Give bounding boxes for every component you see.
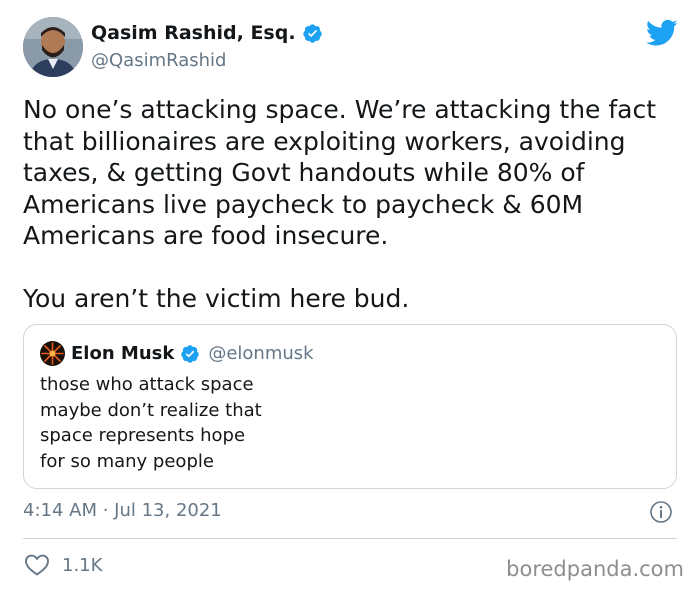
tweet-body: No one’s attacking space. We’re attackin… — [23, 94, 683, 314]
divider — [23, 538, 677, 539]
quoted-tweet-line: for so many people — [40, 450, 214, 472]
tweet-card: Qasim Rashid, Esq. @QasimRashid No one’s… — [0, 0, 700, 592]
tweet-paragraph: You aren’t the victim here bud. — [23, 283, 410, 313]
quoted-author-handle[interactable]: @elonmusk — [208, 343, 313, 364]
quoted-author-avatar[interactable] — [40, 341, 65, 366]
author-handle[interactable]: @QasimRashid — [91, 50, 226, 71]
quoted-tweet-text: those who attack space maybe don’t reali… — [40, 372, 640, 474]
quoted-author-name[interactable]: Elon Musk — [71, 343, 174, 364]
like-count: 1.1K — [62, 554, 103, 576]
quoted-tweet-line: those who attack space — [40, 374, 254, 395]
verified-badge-icon — [302, 23, 322, 43]
author-avatar[interactable] — [23, 17, 83, 77]
tweet-paragraph: No one’s attacking space. We’re attackin… — [23, 95, 657, 250]
info-icon[interactable] — [649, 500, 673, 524]
quoted-tweet-line: space represents hope — [40, 425, 246, 446]
author-name[interactable]: Qasim Rashid, Esq. — [91, 22, 296, 44]
verified-badge-icon — [181, 344, 200, 363]
tweet-timestamp[interactable]: 4:14 AM · Jul 13, 2021 — [23, 500, 222, 521]
twitter-bird-icon[interactable] — [646, 19, 678, 47]
author-name-row[interactable]: Qasim Rashid, Esq. — [91, 22, 323, 44]
quoted-tweet-line: maybe don’t realize that — [40, 399, 262, 421]
quoted-tweet-header: Elon Musk @elonmusk — [40, 341, 314, 366]
watermark-text: boredpanda.com — [506, 557, 684, 581]
quoted-tweet-card[interactable]: Elon Musk @elonmusk those who attack spa… — [23, 324, 677, 489]
like-action[interactable]: 1.1K — [24, 553, 102, 577]
heart-icon[interactable] — [24, 553, 50, 577]
